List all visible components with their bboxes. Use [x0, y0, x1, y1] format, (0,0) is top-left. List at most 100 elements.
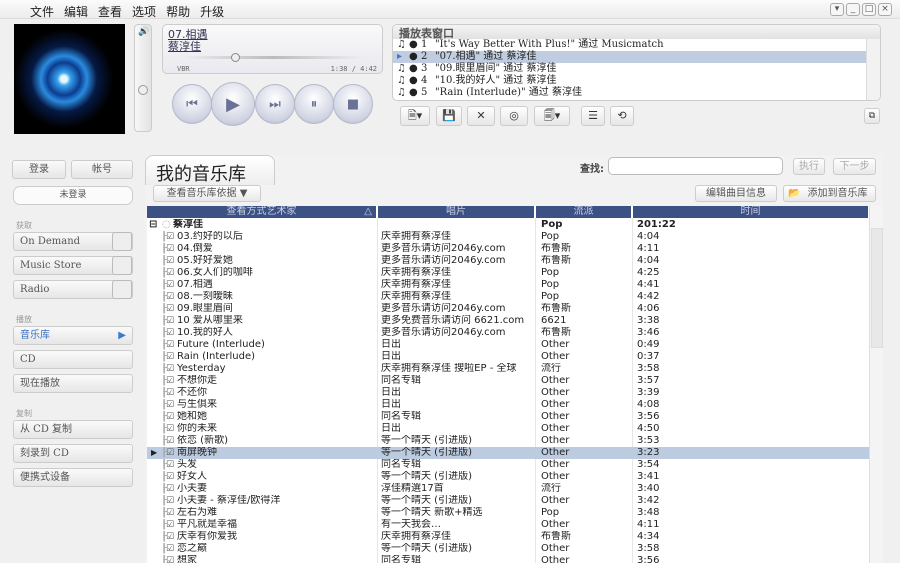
sidebar-item[interactable]: 现在播放 — [13, 374, 133, 393]
info-icon[interactable]: ● — [409, 63, 421, 75]
track-checkbox-icon[interactable]: ☑ — [166, 519, 174, 531]
table-row[interactable]: ┠ ☑ 不还你 日出 Other 3:39 — [147, 387, 869, 399]
table-row[interactable]: ┠ ☑ 08.一刻暧昧 庆幸拥有蔡淳佳 Pop 4:42 — [147, 291, 869, 303]
sidebar-item-expand-button[interactable] — [112, 280, 132, 299]
sidebar-item[interactable]: 音乐库 ▶ — [13, 326, 133, 345]
pause-button[interactable]: ⏸ — [294, 84, 334, 124]
track-checkbox-icon[interactable]: ☑ — [166, 495, 174, 507]
playlist-item[interactable]: ♫ ● 1 "It's Way Better With Plus!" 通过 Music… — [393, 39, 880, 51]
seek-thumb[interactable] — [231, 53, 240, 62]
table-row[interactable]: ┠ ☑ Rain (Interlude) 日出 Other 0:37 — [147, 351, 869, 363]
sidebar-item[interactable]: Radio — [13, 280, 133, 299]
table-row[interactable]: ┠ ☑ 07.相遇 庆幸拥有蔡淳佳 Pop 4:41 — [147, 279, 869, 291]
close-button[interactable]: × — [878, 3, 892, 16]
next-step-button[interactable]: 下一步 — [833, 158, 876, 175]
mini-mode-button[interactable]: ▾ — [830, 3, 844, 16]
track-checkbox-icon[interactable]: ☑ — [166, 543, 174, 555]
scrollbar-thumb[interactable] — [871, 228, 883, 348]
seek-bar[interactable] — [183, 56, 363, 59]
track-checkbox-icon[interactable]: ☑ — [166, 387, 174, 399]
search-input[interactable] — [608, 157, 783, 175]
sidebar-item[interactable]: 刻录到 CD — [13, 444, 133, 463]
table-scrollbar[interactable] — [869, 206, 883, 563]
sidebar-item[interactable]: CD — [13, 350, 133, 369]
previous-button[interactable]: ⏮ — [172, 84, 212, 124]
stop-button[interactable]: ■ — [333, 84, 373, 124]
table-row[interactable]: ┠ ☑ 小夫妻 - 蔡淳佳/欧得洋 等一个晴天 (引进版) Other 3:42 — [147, 495, 869, 507]
table-row[interactable]: ┠ ☑ 你的未来 日出 Other 4:50 — [147, 423, 869, 435]
volume-slider[interactable]: 🔊 — [134, 24, 152, 132]
play-button[interactable]: ▶ — [211, 82, 255, 126]
column-header-album[interactable]: 唱片 — [378, 206, 535, 218]
table-row[interactable]: ┠ ☑ 她和她 同名专辑 Other 3:56 — [147, 411, 869, 423]
artist-group-row[interactable]: ⊟ ◌ 蔡淳佳 Pop 201:22 — [147, 219, 869, 231]
table-row[interactable]: ┠ ☑ 想家 同名专辑 Other 3:56 — [147, 555, 869, 563]
track-checkbox-icon[interactable]: ☑ — [166, 483, 174, 495]
table-row[interactable]: ┠ ☑ 09.眼里眉间 更多音乐请访问2046y.com 布鲁斯 4:06 — [147, 303, 869, 315]
track-checkbox-icon[interactable]: ☑ — [166, 351, 174, 363]
menu-item[interactable]: 文件 — [30, 1, 54, 20]
collapse-icon[interactable]: ⊟ — [149, 219, 157, 231]
view-by-dropdown[interactable]: 查看音乐库依据 ▼ — [153, 185, 261, 202]
playlist-file-menu-button[interactable]: 🗎▾ — [400, 106, 430, 126]
track-checkbox-icon[interactable]: ☑ — [166, 279, 174, 291]
sidebar-item[interactable]: Music Store — [13, 256, 133, 275]
maximize-button[interactable]: □ — [862, 3, 876, 16]
menu-item[interactable]: 编辑 — [64, 1, 88, 20]
track-checkbox-icon[interactable]: ☑ — [166, 375, 174, 387]
burn-button[interactable]: ◎ — [500, 106, 528, 126]
info-icon[interactable]: ● — [409, 87, 421, 99]
column-header-genre[interactable]: 流派 — [536, 206, 632, 218]
playlist-item[interactable]: ▸ ● 2 "07.相遇" 通过 蔡淳佳 — [393, 51, 880, 63]
table-row[interactable]: ┠ ☑ 恋之巅 等一个晴天 (引进版) Other 3:58 — [147, 543, 869, 555]
table-row[interactable]: ┠ ☑ 10.我的好人 更多音乐请访问2046y.com 布鲁斯 3:46 — [147, 327, 869, 339]
table-row[interactable]: ┠ ☑ 06.女人们的咖啡 庆幸拥有蔡淳佳 Pop 4:25 — [147, 267, 869, 279]
track-checkbox-icon[interactable]: ☑ — [166, 471, 174, 483]
table-row[interactable]: ┠ ☑ 左右为难 等一个晴天 新歌+精选 Pop 3:48 — [147, 507, 869, 519]
next-button[interactable]: ⏭ — [255, 84, 295, 124]
table-row[interactable]: ┠ ☑ Yesterday 庆幸拥有蔡淳佳 搜啦EP - 全球 流行 3:58 — [147, 363, 869, 375]
sidebar-item[interactable]: 从 CD 复制 — [13, 420, 133, 439]
track-checkbox-icon[interactable]: ☑ — [166, 435, 174, 447]
minimize-button[interactable]: _ — [846, 3, 860, 16]
table-row[interactable]: ┠ ☑ 平凡就是幸福 有一天我会… Other 4:11 — [147, 519, 869, 531]
track-checkbox-icon[interactable]: ☑ — [166, 243, 174, 255]
table-row[interactable]: ┠ ☑ 不想你走 同名专辑 Other 3:57 — [147, 375, 869, 387]
table-row[interactable]: ┠ ☑ 10 爱从哪里来 更多免费音乐请访问 6621.com 6621 3:38 — [147, 315, 869, 327]
table-row[interactable]: ┠ ☑ 与生俱来 日出 Other 4:08 — [147, 399, 869, 411]
track-checkbox-icon[interactable]: ☑ — [166, 447, 174, 459]
now-playing-artist[interactable]: 蔡淳佳 — [168, 38, 201, 54]
track-checkbox-icon[interactable]: ☑ — [166, 267, 174, 279]
table-row[interactable]: ┠ ☑ 头发 同名专辑 Other 3:54 — [147, 459, 869, 471]
table-row[interactable]: ┠ ☑ 03.约好的以后 庆幸拥有蔡淳佳 Pop 4:04 — [147, 231, 869, 243]
login-button[interactable]: 登录 — [12, 160, 66, 179]
track-checkbox-icon[interactable]: ☑ — [166, 411, 174, 423]
track-checkbox-icon[interactable]: ☑ — [166, 531, 174, 543]
table-row[interactable]: ┠ ☑ 好女人 等一个晴天 (引进版) Other 3:41 — [147, 471, 869, 483]
save-playlist-button[interactable]: 💾 — [436, 106, 462, 126]
track-checkbox-icon[interactable]: ☑ — [166, 459, 174, 471]
info-icon[interactable]: ● — [409, 39, 421, 51]
track-checkbox-icon[interactable]: ☑ — [166, 423, 174, 435]
track-checkbox-icon[interactable]: ☑ — [166, 399, 174, 411]
track-checkbox-icon[interactable]: ☑ — [166, 363, 174, 375]
edit-track-info-button[interactable]: 编辑曲目信息 — [695, 185, 777, 202]
menu-item[interactable]: 升级 — [200, 1, 224, 20]
sidebar-item-expand-button[interactable] — [112, 256, 132, 275]
playlist-item[interactable]: ♫ ● 4 "10.我的好人" 通过 蔡淳佳 — [393, 75, 880, 87]
track-checkbox-icon[interactable]: ☑ — [166, 507, 174, 519]
column-header-time[interactable]: 时间 — [633, 206, 869, 218]
add-to-library-button[interactable]: 📂 添加到音乐库 — [783, 185, 876, 202]
track-checkbox-icon[interactable]: ☑ — [166, 291, 174, 303]
table-row[interactable]: ┠ ☑ 依恋 (新歌) 等一个晴天 (引进版) Other 3:53 — [147, 435, 869, 447]
sidebar-item-expand-button[interactable] — [112, 232, 132, 251]
track-checkbox-icon[interactable]: ☑ — [166, 231, 174, 243]
track-checkbox-icon[interactable]: ☑ — [166, 303, 174, 315]
info-icon[interactable]: ● — [409, 75, 421, 87]
execute-button[interactable]: 执行 — [793, 158, 825, 175]
shuffle-button[interactable]: ☰ — [581, 106, 605, 126]
table-row[interactable]: ┠ ☑ Future (Interlude) 日出 Other 0:49 — [147, 339, 869, 351]
table-row[interactable]: ┠ ☑ 05.好好爱她 更多音乐请访问2046y.com 布鲁斯 4:04 — [147, 255, 869, 267]
table-row[interactable]: ┠ ☑ 04.倒爱 更多音乐请访问2046y.com 布鲁斯 4:11 — [147, 243, 869, 255]
table-row[interactable]: ▶ ┠ ☑ 南屏晚钟 等一个晴天 (引进版) Other 3:23 — [147, 447, 869, 459]
